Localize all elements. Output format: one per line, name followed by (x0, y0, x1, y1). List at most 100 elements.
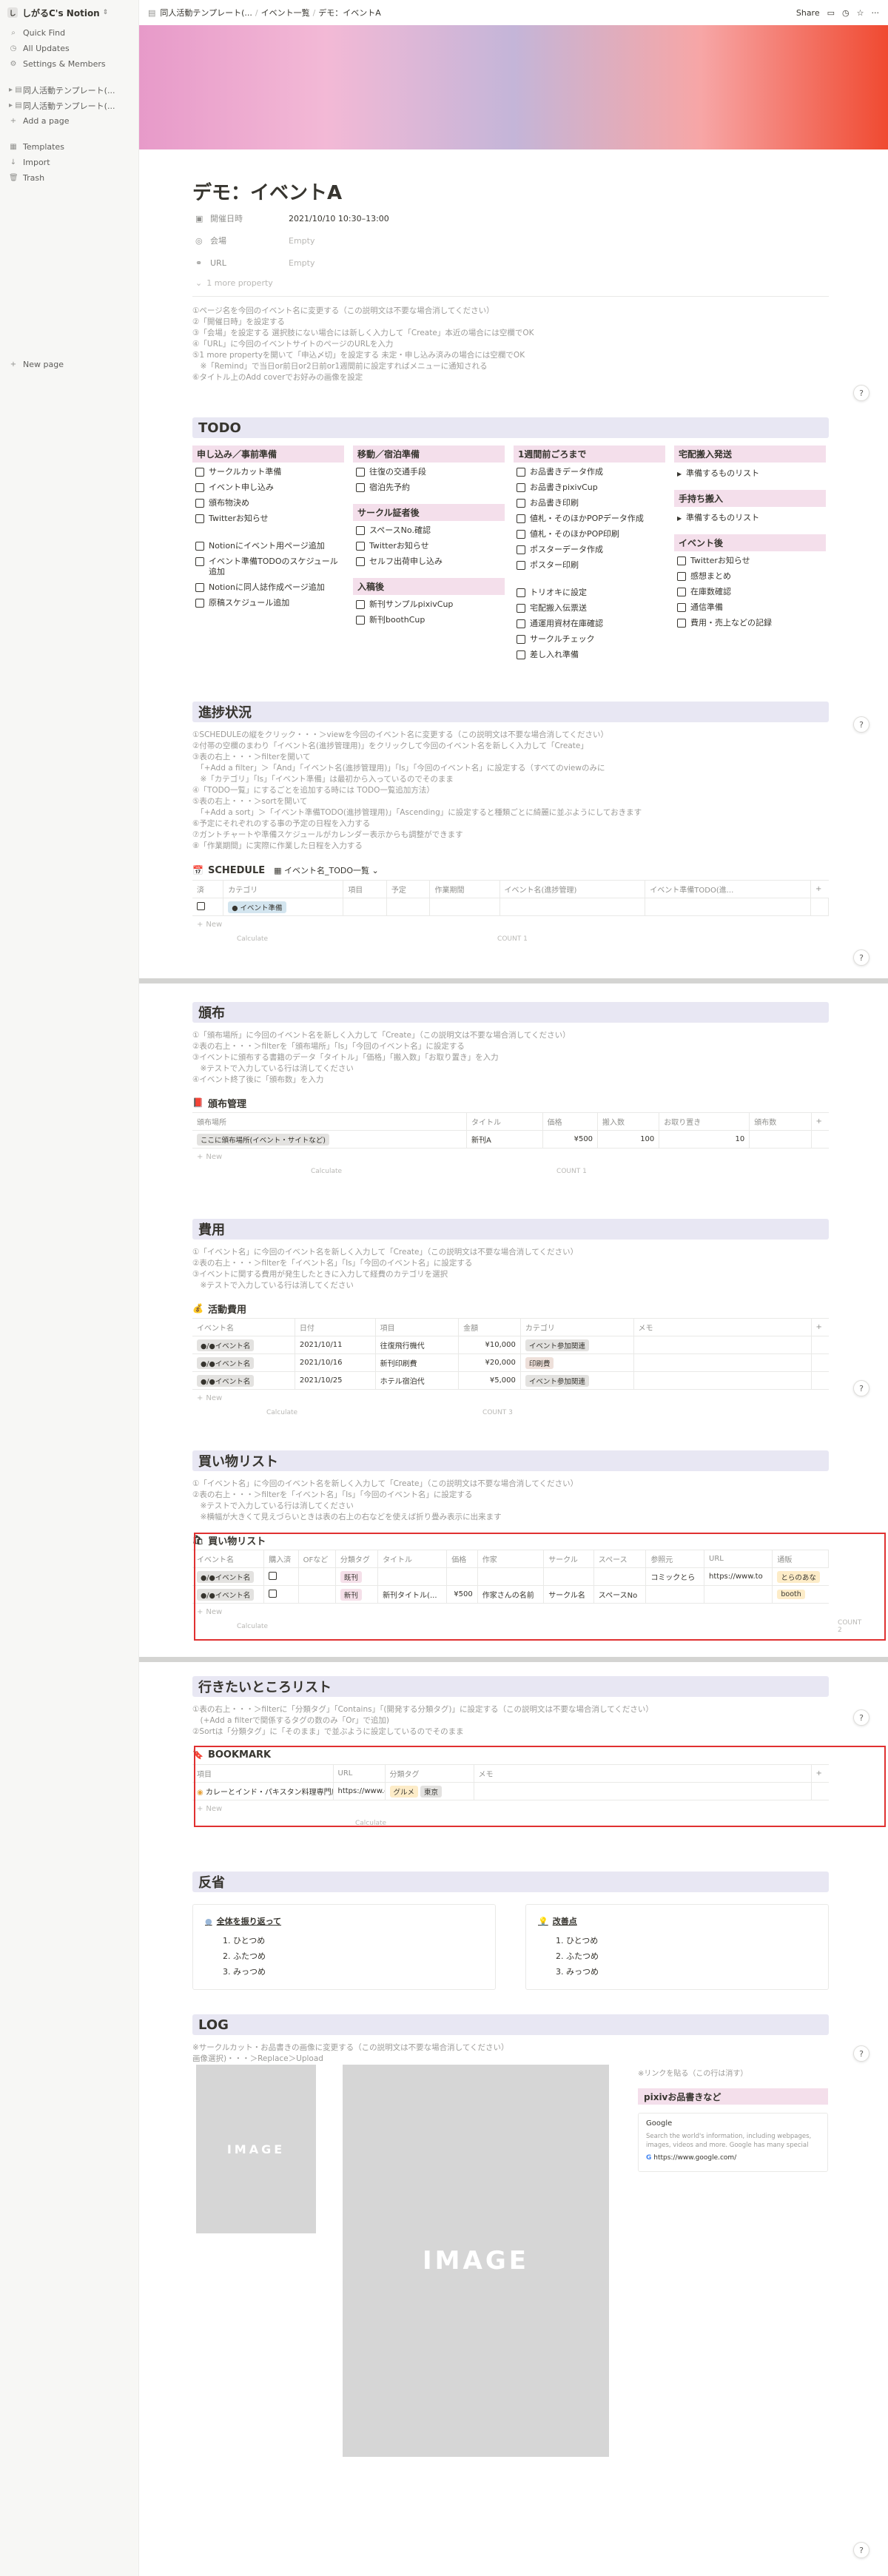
table-row[interactable]: ●/●イベント名 2021/10/25 ホテル宿泊代 ¥5,000 イベント参加関連 (192, 1371, 829, 1390)
schedule-db-title[interactable]: 📅 SCHEDULE ▦ イベント名_TODO一覧 ⌄ (192, 861, 829, 880)
place-cell[interactable]: ここに頒布場所(イベント・サイトなど) (192, 1130, 468, 1149)
column-header[interactable]: イベント名 (192, 1318, 295, 1336)
category-cell[interactable]: イベント参加関連 (520, 1336, 634, 1354)
empty-cell[interactable] (386, 898, 431, 916)
todo-checkbox-item[interactable]: 通信準備 (677, 602, 826, 613)
checkbox[interactable] (517, 635, 525, 644)
view-selector[interactable]: ▦ イベント名_TODO一覧 ⌄ (274, 864, 379, 876)
calculate-button[interactable]: Calculate (237, 935, 268, 943)
help-button[interactable]: ? (853, 385, 870, 401)
todo-checkbox-item[interactable]: イベント申し込み (195, 482, 344, 493)
checkbox[interactable] (356, 483, 365, 492)
todo-checkbox-item[interactable]: 値札・そのほかPOP印刷 (517, 529, 665, 539)
todo-checkbox-item[interactable]: イベント準備TODOのスケジュール追加 (195, 556, 344, 577)
memo-cell[interactable] (633, 1371, 812, 1390)
checkbox[interactable] (195, 483, 204, 492)
checkbox[interactable] (677, 556, 686, 565)
column-header[interactable]: お取り置き (659, 1112, 750, 1131)
updates-icon[interactable]: ◷ (842, 8, 850, 18)
new-row-button[interactable]: + New (192, 916, 829, 932)
empty-cell[interactable] (810, 898, 829, 916)
property-row[interactable]: ⚭ URL Empty (192, 252, 829, 274)
todo-checkbox-item[interactable]: セルフ出荷申し込み (356, 556, 505, 567)
todo-checkbox-item[interactable]: 値札・そのほかPOPデータ作成 (517, 514, 665, 524)
amount-cell[interactable]: ¥5,000 (458, 1371, 521, 1390)
breadcrumb-2[interactable]: イベント一覧 (261, 7, 310, 19)
empty-cell[interactable] (429, 898, 500, 916)
web-bookmark-card[interactable]: Google Search the world's information, i… (638, 2113, 828, 2172)
price-cell[interactable]: ¥500 (542, 1130, 599, 1149)
sidebar-item-gear[interactable]: ⚙ Settings & Members (0, 56, 138, 72)
todo-checkbox-item[interactable]: 通運用資材在庫確認 (517, 619, 665, 629)
category-cell[interactable]: イベント参加関連 (520, 1371, 634, 1390)
amount-cell[interactable]: ¥10,000 (458, 1336, 521, 1354)
page-title[interactable]: デモ：イベントA (192, 178, 829, 207)
calculate-button[interactable]: Calculate (266, 1409, 297, 1416)
todo-checkbox-item[interactable]: 差し入れ準備 (517, 650, 665, 660)
column-header[interactable]: 予定 (386, 880, 431, 898)
todo-checkbox-item[interactable]: 費用・売上などの記録 (677, 618, 826, 628)
todo-checkbox-item[interactable]: ポスターデータ作成 (517, 545, 665, 555)
list-item[interactable]: ふたつめ (233, 1948, 483, 1964)
item-cell[interactable]: 往復飛行機代 (375, 1336, 460, 1354)
reserved-cell[interactable]: 10 (659, 1130, 750, 1149)
new-row-button[interactable]: + New (192, 1390, 829, 1406)
todo-checkbox-item[interactable]: Notionに同人誌作成ページ追加 (195, 582, 344, 593)
column-header[interactable]: 頒布数 (749, 1112, 812, 1131)
sidebar-item-clock[interactable]: ◷ All Updates (0, 41, 138, 56)
event-cell[interactable]: ●/●イベント名 (192, 1336, 295, 1354)
help-button[interactable]: ? (853, 1709, 870, 1726)
todo-checkbox-item[interactable]: 新刊boothCup (356, 615, 505, 625)
distribution-db-title[interactable]: 📕 頒布管理 (192, 1093, 829, 1112)
sidebar-page-2[interactable]: ▸ ▤ 同人活動テンプレート(... (0, 98, 138, 113)
todo-checkbox-item[interactable]: トリオキに設定 (517, 588, 665, 598)
sidebar-item-search[interactable]: ⌕ Quick Find (0, 25, 138, 41)
list-item[interactable]: ひとつめ (233, 1933, 483, 1948)
checkbox[interactable] (517, 483, 525, 492)
todo-checkbox-item[interactable]: お品書きデータ作成 (517, 467, 665, 477)
sidebar-item-templates[interactable]: ▦ Templates (0, 139, 138, 155)
empty-cell[interactable] (645, 898, 811, 916)
checkbox[interactable] (677, 619, 686, 628)
checkbox[interactable] (517, 604, 525, 613)
property-value[interactable]: 2021/10/10 10:30–13:00 (289, 214, 389, 223)
calculate-button[interactable]: Calculate (311, 1168, 342, 1175)
category-cell[interactable]: ● イベント準備 (223, 898, 344, 916)
item-cell[interactable]: ホテル宿泊代 (375, 1371, 460, 1390)
checkbox[interactable] (517, 468, 525, 477)
image-placeholder-large[interactable]: IMAGE (343, 2065, 609, 2457)
list-item[interactable]: みっつめ (233, 1964, 483, 1980)
column-header[interactable]: 頒布場所 (192, 1112, 468, 1131)
todo-checkbox-item[interactable]: ポスター印刷 (517, 560, 665, 571)
todo-checkbox-item[interactable]: サークルカット準備 (195, 467, 344, 477)
comment-icon[interactable]: ▭ (827, 8, 835, 18)
column-header[interactable]: イベント名(進捗管理) (500, 880, 646, 898)
checkbox[interactable] (677, 588, 686, 596)
help-button[interactable]: ? (853, 716, 870, 733)
property-value[interactable]: Empty (289, 236, 314, 246)
todo-checkbox-item[interactable]: 在庫数確認 (677, 587, 826, 597)
checkbox[interactable] (356, 468, 365, 477)
column-header[interactable]: イベント準備TODO(進... (645, 880, 811, 898)
event-cell[interactable]: ●/●イベント名 (192, 1353, 295, 1372)
more-icon[interactable]: ··· (872, 8, 880, 18)
title-cell[interactable]: 新刊A (466, 1130, 543, 1149)
todo-checkbox-item[interactable]: 新刊サンプルpixivCup (356, 599, 505, 610)
checkbox[interactable] (677, 603, 686, 612)
checkbox-cell[interactable] (192, 898, 224, 916)
todo-checkbox-item[interactable]: Twitterお知らせ (356, 541, 505, 551)
amount-cell[interactable]: ¥20,000 (458, 1353, 521, 1372)
checkbox[interactable] (517, 561, 525, 570)
property-row[interactable]: ▣ 開催日時 2021/10/10 10:30–13:00 (192, 207, 829, 229)
help-button[interactable]: ? (853, 949, 870, 966)
todo-checkbox-item[interactable]: 原稿スケジュール追加 (195, 598, 344, 608)
breadcrumb-1[interactable]: 同人活動テンプレート(... (160, 7, 252, 19)
new-row-button[interactable]: + New (192, 1149, 829, 1165)
todo-checkbox-item[interactable]: 往復の交通手段 (356, 467, 505, 477)
todo-checkbox-item[interactable]: Twitterお知らせ (677, 556, 826, 566)
date-cell[interactable]: 2021/10/11 (295, 1336, 376, 1354)
checkbox[interactable] (356, 616, 365, 625)
help-button[interactable]: ? (853, 1380, 870, 1396)
checkbox[interactable] (517, 650, 525, 659)
help-button[interactable]: ? (853, 2542, 870, 2558)
